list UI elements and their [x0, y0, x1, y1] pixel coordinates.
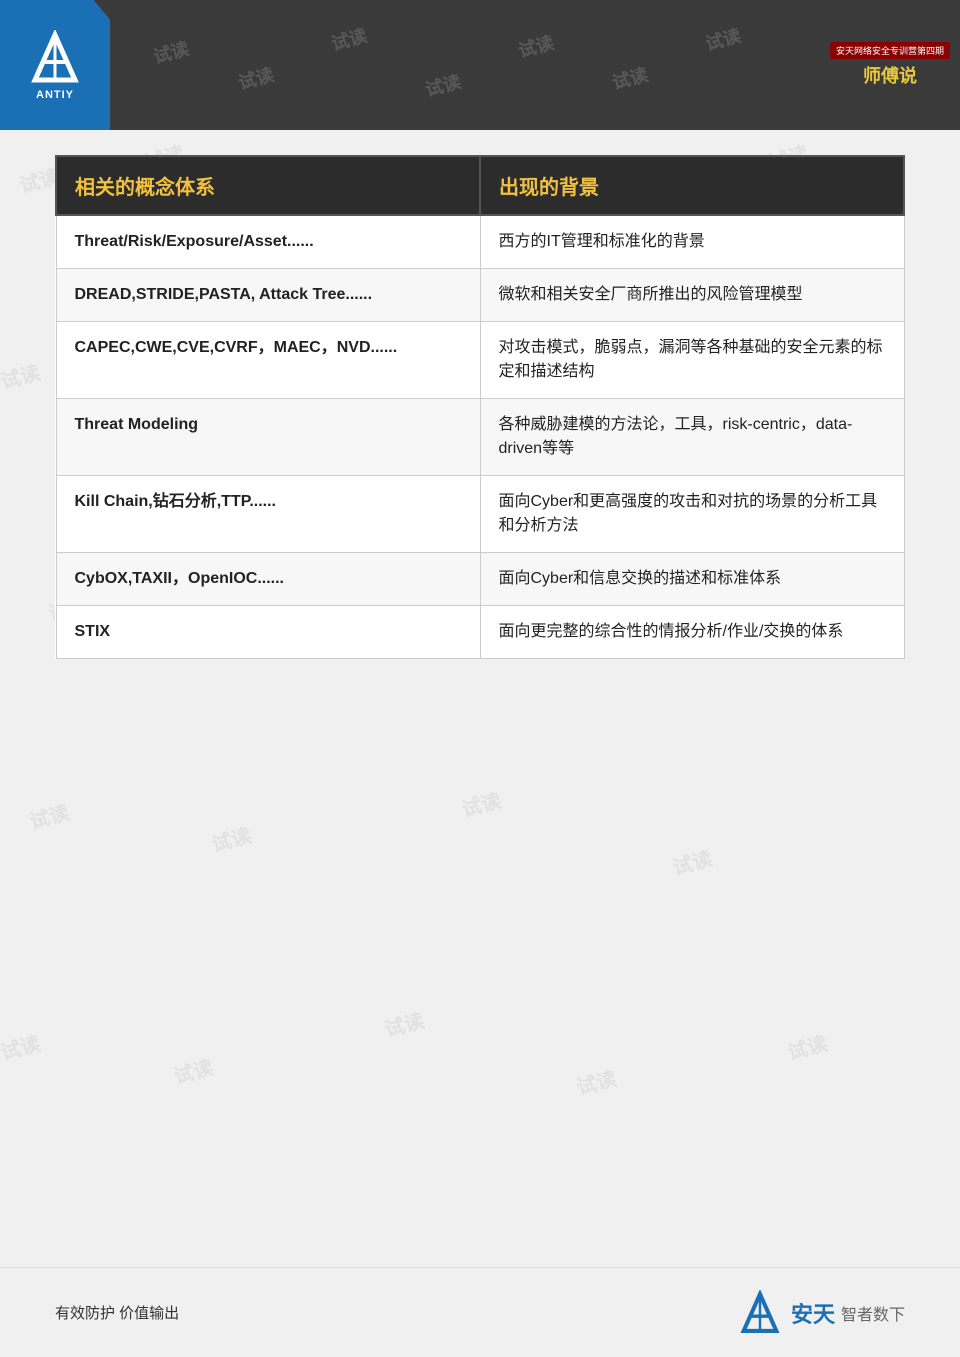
table-cell-left: Threat Modeling	[56, 399, 480, 476]
footer-tagline: 有效防护 价值输出	[55, 1302, 179, 1323]
table-row: CybOX,TAXII，OpenIOC......面向Cyber和信息交换的描述…	[56, 553, 904, 606]
table-row: CAPEC,CWE,CVE,CVRF，MAEC，NVD......对攻击模式，脆…	[56, 322, 904, 399]
table-cell-right: 面向Cyber和更高强度的攻击和对抗的场景的分析工具和分析方法	[480, 476, 904, 553]
top-right-brand: 师傅说	[863, 62, 917, 88]
header: ANTIY 试读 试读 试读 试读 试读 试读 试读 安天网络安全专训营第四期 …	[0, 0, 960, 130]
footer-brand-name: 安天	[791, 1297, 835, 1329]
table-row: STIX面向更完整的综合性的情报分析/作业/交换的体系	[56, 606, 904, 659]
table-cell-left: CybOX,TAXII，OpenIOC......	[56, 553, 480, 606]
table-cell-right: 面向Cyber和信息交换的描述和标准体系	[480, 553, 904, 606]
header-watermark-5: 试读	[515, 28, 557, 62]
concepts-table: 相关的概念体系 出现的背景 Threat/Risk/Exposure/Asset…	[55, 155, 905, 659]
table-cell-right: 各种威胁建模的方法论，工具，risk-centric，data-driven等等	[480, 399, 904, 476]
table-cell-right: 西方的IT管理和标准化的背景	[480, 215, 904, 269]
table-row: Kill Chain,钻石分析,TTP......面向Cyber和更高强度的攻击…	[56, 476, 904, 553]
col1-header: 相关的概念体系	[56, 156, 480, 215]
table-row: DREAD,STRIDE,PASTA, Attack Tree......微软和…	[56, 269, 904, 322]
main-content: 相关的概念体系 出现的背景 Threat/Risk/Exposure/Asset…	[55, 155, 905, 1257]
table-cell-left: DREAD,STRIDE,PASTA, Attack Tree......	[56, 269, 480, 322]
col2-header: 出现的背景	[480, 156, 904, 215]
footer-brand: 安天 智者数下	[735, 1290, 905, 1335]
table-cell-right: 对攻击模式，脆弱点，漏洞等各种基础的安全元素的标定和描述结构	[480, 322, 904, 399]
logo-block: ANTIY	[0, 0, 110, 130]
footer-brand-sub: 智者数下	[841, 1301, 905, 1325]
header-watermark-7: 试读	[702, 22, 744, 56]
table-row: Threat Modeling各种威胁建模的方法论，工具，risk-centri…	[56, 399, 904, 476]
footer: 有效防护 价值输出 安天 智者数下	[0, 1267, 960, 1357]
header-watermark-3: 试读	[328, 22, 370, 56]
header-watermark-area: 试读 试读 试读 试读 试读 试读 试读 安天网络安全专训营第四期 师傅说	[110, 0, 960, 130]
table-row: Threat/Risk/Exposure/Asset......西方的IT管理和…	[56, 215, 904, 269]
table-cell-left: Threat/Risk/Exposure/Asset......	[56, 215, 480, 269]
footer-logo-icon	[735, 1290, 785, 1335]
header-watermark-2: 试读	[235, 61, 277, 95]
top-right-logo: 安天网络安全专训营第四期 师傅说	[830, 25, 950, 105]
header-watermark-1: 试读	[150, 35, 192, 69]
table-cell-right: 面向更完整的综合性的情报分析/作业/交换的体系	[480, 606, 904, 659]
table-cell-right: 微软和相关安全厂商所推出的风险管理模型	[480, 269, 904, 322]
table-cell-left: CAPEC,CWE,CVE,CVRF，MAEC，NVD......	[56, 322, 480, 399]
table-header-row: 相关的概念体系 出现的背景	[56, 156, 904, 215]
top-right-badge: 安天网络安全专训营第四期	[830, 42, 950, 59]
antiy-logo-icon	[25, 30, 85, 85]
header-watermark-6: 试读	[609, 61, 651, 95]
header-watermark-4: 试读	[422, 67, 464, 101]
logo-text: ANTIY	[36, 89, 74, 101]
table-cell-left: Kill Chain,钻石分析,TTP......	[56, 476, 480, 553]
table-cell-left: STIX	[56, 606, 480, 659]
